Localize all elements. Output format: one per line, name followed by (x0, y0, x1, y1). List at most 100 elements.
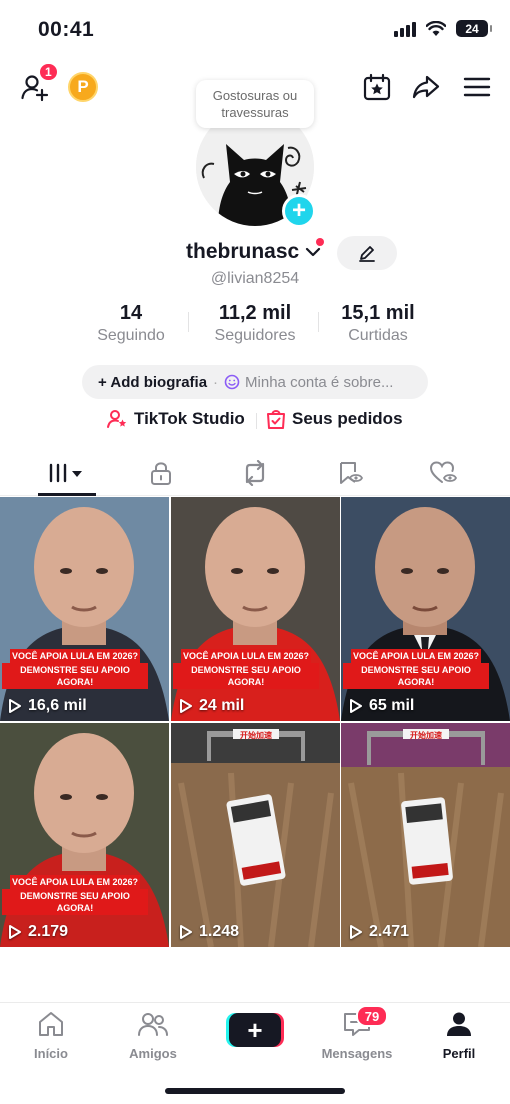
username-handle: @livian8254 (210, 270, 300, 287)
view-count: 65 mil (349, 697, 414, 715)
status-icons: 24 (394, 20, 492, 37)
coin-icon: P (68, 72, 98, 102)
smile-icon (224, 374, 240, 390)
nav-friends-label: Amigos (129, 1046, 177, 1061)
coins-button[interactable]: P (68, 72, 98, 102)
calendar-button[interactable] (360, 70, 394, 104)
inbox-badge: 79 (356, 1005, 388, 1027)
view-count: 2.179 (8, 923, 68, 941)
add-avatar-button[interactable]: + (282, 194, 316, 228)
play-icon (180, 925, 192, 939)
lock-icon (151, 462, 171, 485)
svg-text:开始加速: 开始加速 (410, 730, 442, 740)
tooltip-line-2: travessuras (221, 105, 289, 120)
repost-icon (245, 460, 265, 486)
edit-profile-button[interactable] (337, 236, 397, 270)
video-caption: VOCÊ APOIA LULA EM 2026? DEMONSTRE SEU AP… (2, 649, 148, 689)
pencil-icon (359, 246, 375, 262)
stat-following-value: 14 (119, 302, 143, 324)
create-button[interactable]: + (229, 1013, 281, 1047)
stat-likes-label: Curtidas (348, 327, 408, 344)
home-icon (39, 1012, 63, 1036)
nav-home-label: Início (34, 1046, 68, 1061)
new-indicator-dot (316, 238, 324, 246)
tab-videos[interactable] (37, 452, 97, 494)
nav-profile[interactable]: Perfil (414, 1009, 504, 1061)
video-thumbnail[interactable]: 开始加速 2.471 (341, 723, 510, 947)
svg-text:开始加速: 开始加速 (240, 730, 272, 740)
video-caption: VOCÊ APOIA LULA EM 2026? DEMONSTRE SEU AP… (343, 649, 489, 689)
tab-reposts[interactable] (225, 452, 285, 494)
studio-user-icon (107, 410, 127, 428)
tiktok-studio-label: TikTok Studio (134, 409, 245, 428)
tab-private[interactable] (131, 452, 191, 494)
links-divider (256, 413, 257, 429)
bio-separator: · (213, 373, 219, 391)
video-thumbnail[interactable]: VOCÊ APOIA LULA EM 2026? DEMONSTRE SEU AP… (171, 497, 340, 721)
tab-liked[interactable] (414, 452, 474, 494)
tab-saved[interactable] (320, 452, 380, 494)
status-time: 00:41 (38, 18, 95, 41)
stat-followers[interactable]: 11,2 mil Seguidores (200, 302, 310, 345)
add-bio-button[interactable]: + Add biografia · Minha conta é sobre... (82, 365, 428, 399)
video-thumbnail[interactable]: 开始加速 1.248 (171, 723, 340, 947)
orders-link[interactable]: Seus pedidos (266, 408, 403, 430)
stat-divider (318, 312, 319, 332)
video-caption: VOCÊ APOIA LULA EM 2026? DEMONSTRE SEU AP… (173, 649, 319, 689)
video-thumbnail[interactable]: VOCÊ APOIA LULA EM 2026? DEMONSTRE SEU AP… (0, 497, 169, 721)
play-icon (350, 925, 362, 939)
wifi-icon (426, 20, 446, 36)
orders-label: Seus pedidos (292, 409, 403, 428)
hamburger-menu-icon (463, 77, 491, 97)
add-bio-label: + Add biografia (98, 373, 208, 391)
notification-badge: 1 (38, 62, 59, 82)
friends-icon (138, 1013, 168, 1036)
chevron-down-icon (305, 248, 321, 257)
shopping-bag-icon (267, 410, 285, 429)
plus-icon: + (291, 197, 306, 224)
play-icon (350, 699, 362, 713)
profile-tabs (0, 452, 510, 496)
tiktok-studio-link[interactable]: TikTok Studio (106, 408, 245, 430)
view-count: 24 mil (179, 697, 244, 715)
bio-hint: Minha conta é sobre... (245, 373, 394, 391)
videos-grid-icon (49, 463, 82, 483)
display-name-switcher[interactable]: thebrunasc (186, 240, 321, 264)
halloween-tooltip[interactable]: Gostosuras ou travessuras (196, 80, 314, 128)
stat-following[interactable]: 14 Seguindo (86, 302, 176, 345)
bookmark-eye-icon (340, 462, 364, 484)
name-row: thebrunasc (0, 236, 510, 272)
profile-icon (447, 1012, 471, 1036)
bus-game-thumbnail: 开始加速 (341, 723, 510, 947)
active-tab-indicator (38, 493, 96, 496)
home-indicator (165, 1088, 345, 1094)
view-count: 16,6 mil (8, 697, 87, 715)
play-icon (9, 925, 21, 939)
profile-stats: 14 Seguindo 11,2 mil Seguidores 15,1 mil… (0, 302, 510, 350)
play-icon (180, 699, 192, 713)
calendar-star-icon (363, 73, 391, 101)
display-name: thebrunasc (186, 240, 300, 263)
share-button[interactable] (409, 70, 443, 104)
bottom-nav: Início Amigos + Mensagens 79 Perfil (0, 1002, 510, 1072)
stat-likes-value: 15,1 mil (341, 302, 415, 324)
status-bar: 00:41 24 (0, 0, 510, 60)
bus-game-thumbnail: 开始加速 (171, 723, 340, 947)
nav-home[interactable]: Início (6, 1009, 96, 1061)
video-grid: VOCÊ APOIA LULA EM 2026? DEMONSTRE SEU AP… (0, 497, 510, 947)
stat-followers-label: Seguidores (214, 327, 296, 344)
nav-friends[interactable]: Amigos (108, 1009, 198, 1061)
view-count: 1.248 (179, 923, 239, 941)
stat-likes[interactable]: 15,1 mil Curtidas (330, 302, 426, 345)
tooltip-line-1: Gostosuras ou (212, 88, 298, 103)
signal-icon (394, 21, 416, 37)
video-thumbnail[interactable]: VOCÊ APOIA LULA EM 2026? DEMONSTRE SEU AP… (341, 497, 510, 721)
nav-inbox-label: Mensagens (321, 1046, 393, 1061)
battery-indicator: 24 (456, 20, 492, 37)
heart-eye-icon (429, 461, 458, 483)
menu-button[interactable] (460, 70, 494, 104)
stat-following-label: Seguindo (97, 327, 165, 344)
stat-followers-value: 11,2 mil (218, 302, 292, 324)
view-count: 2.471 (349, 923, 409, 941)
video-thumbnail[interactable]: VOCÊ APOIA LULA EM 2026? DEMONSTRE SEU AP… (0, 723, 169, 947)
